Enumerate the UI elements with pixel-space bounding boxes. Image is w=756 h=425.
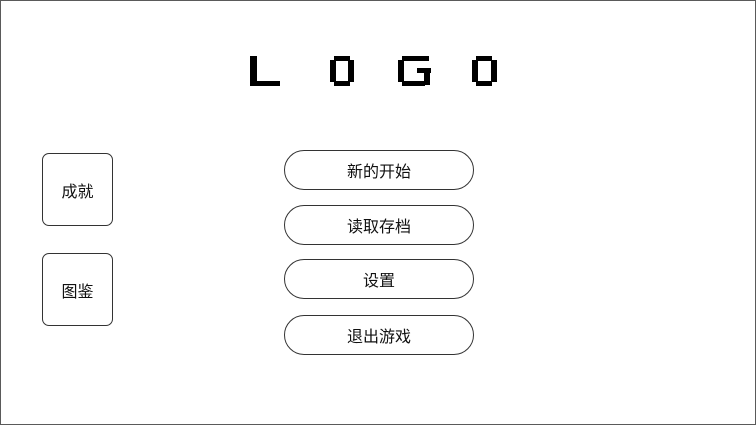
gallery-button-label: 图鉴: [61, 281, 94, 301]
main-menu-screen: 成就 图鉴 新的开始 读取存档 设置 退出游戏: [0, 0, 756, 425]
achievements-button[interactable]: 成就: [42, 153, 113, 226]
settings-label: 设置: [362, 271, 395, 290]
game-logo-pixel-art: [250, 56, 497, 86]
new-game-label: 新的开始: [346, 162, 411, 181]
logo-letter-g: [398, 56, 431, 86]
logo-letter-o-2: [472, 56, 497, 86]
logo-letter-l: [250, 56, 280, 86]
settings-button[interactable]: 设置: [284, 259, 474, 299]
quit-game-label: 退出游戏: [346, 327, 411, 346]
new-game-button[interactable]: 新的开始: [284, 150, 474, 190]
load-game-label: 读取存档: [346, 217, 411, 236]
gallery-button[interactable]: 图鉴: [42, 253, 113, 326]
achievements-button-label: 成就: [61, 181, 94, 201]
load-game-button[interactable]: 读取存档: [284, 205, 474, 245]
game-logo: [247, 53, 507, 89]
quit-game-button[interactable]: 退出游戏: [284, 315, 474, 355]
logo-letter-o-1: [330, 56, 354, 86]
